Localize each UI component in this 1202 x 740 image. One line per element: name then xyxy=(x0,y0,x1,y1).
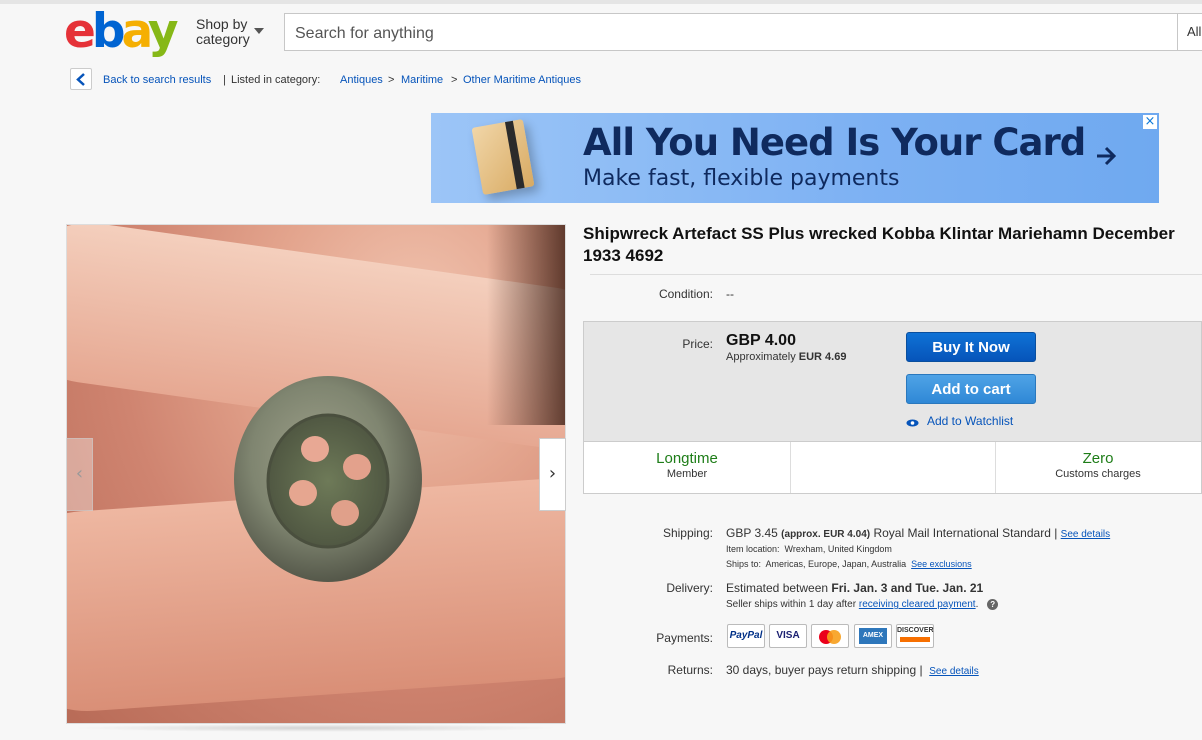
item-location: Item location: Wrexham, United Kingdom xyxy=(726,544,892,554)
visa-icon: VISA xyxy=(769,624,807,648)
delivery-label: Delivery: xyxy=(666,581,713,595)
back-to-search-link[interactable]: Back to search results xyxy=(103,68,211,92)
chevron-down-icon xyxy=(254,28,264,34)
breadcrumb-item-antiques[interactable]: Antiques xyxy=(340,68,383,92)
returns-value: 30 days, buyer pays return shipping | Se… xyxy=(726,663,979,677)
search-bar: All xyxy=(284,13,1202,51)
search-input[interactable] xyxy=(293,22,1157,46)
back-button[interactable] xyxy=(70,68,92,90)
help-icon[interactable]: ? xyxy=(987,599,999,610)
discover-icon: DISCOVER xyxy=(896,624,934,648)
divider xyxy=(590,274,1202,275)
ad-headline: All You Need Is Your Card xyxy=(583,121,1086,164)
shipping-see-details-link[interactable]: See details xyxy=(1061,529,1110,540)
button-artefact-image xyxy=(234,376,422,582)
breadcrumb-chevron: > xyxy=(451,74,458,86)
ad-close-icon[interactable]: × xyxy=(1143,115,1157,129)
logo-letter-a: a xyxy=(121,4,152,59)
badge-zero-customs: Zero Customs charges xyxy=(1055,450,1141,480)
see-exclusions-link[interactable]: See exclusions xyxy=(911,559,972,569)
price-approx: Approximately EUR 4.69 xyxy=(726,351,847,363)
badges-row: Longtime Member Zero Customs charges xyxy=(583,441,1202,494)
returns-see-details-link[interactable]: See details xyxy=(929,666,978,677)
price-label: Price: xyxy=(682,337,713,351)
delivery-note: Seller ships within 1 day after receivin… xyxy=(726,599,999,610)
delivery-value: Estimated between Fri. Jan. 3 and Tue. J… xyxy=(726,581,984,595)
shop-by-category-button[interactable]: Shop by category xyxy=(196,16,264,47)
category-label: category xyxy=(196,31,250,47)
top-border xyxy=(0,0,1202,4)
ad-banner[interactable]: All You Need Is Your Card Make fast, fle… xyxy=(431,113,1159,203)
badge-empty xyxy=(790,442,996,493)
gallery-next-button[interactable]: › xyxy=(539,438,566,511)
listing-title: Shipwreck Artefact SS Plus wrecked Kobba… xyxy=(583,224,1175,265)
badge-longtime-member: Longtime Member xyxy=(584,442,791,493)
price-value: GBP 4.00 xyxy=(726,332,796,349)
logo-letter-e: e xyxy=(64,4,96,59)
item-photo[interactable] xyxy=(66,224,566,724)
add-to-watchlist-link[interactable]: Add to Watchlist xyxy=(906,414,1013,428)
shipping-value: GBP 3.45 (approx. EUR 4.04) Royal Mail I… xyxy=(726,526,1111,540)
logo-letter-b: b xyxy=(91,4,126,59)
arrow-right-icon xyxy=(1097,146,1117,166)
breadcrumb-chevron: > xyxy=(388,74,395,86)
ebay-logo[interactable]: ebay xyxy=(64,8,184,56)
logo-letter-y: y xyxy=(147,4,179,59)
returns-label: Returns: xyxy=(667,663,713,677)
condition-label: Condition: xyxy=(658,287,713,301)
breadcrumb-item-other-maritime-antiques[interactable]: Other Maritime Antiques xyxy=(463,68,581,92)
ad-subline: Make fast, flexible payments xyxy=(583,166,900,191)
shipping-label: Shipping: xyxy=(662,526,713,540)
listed-in-label: Listed in category: xyxy=(231,74,321,86)
chevron-left-icon xyxy=(76,73,85,86)
add-to-cart-button[interactable]: Add to cart xyxy=(906,374,1036,404)
gallery-prev-button[interactable]: ‹ xyxy=(66,438,93,511)
payments-label: Payments: xyxy=(656,631,713,645)
receiving-cleared-payment-link[interactable]: receiving cleared payment xyxy=(859,599,976,610)
buy-it-now-button[interactable]: Buy It Now xyxy=(906,332,1036,362)
ships-to: Ships to: Americas, Europe, Japan, Austr… xyxy=(726,559,972,569)
paypal-icon: PayPal xyxy=(727,624,765,648)
breadcrumb-item-maritime[interactable]: Maritime xyxy=(401,68,443,92)
search-category-select[interactable]: All xyxy=(1177,14,1201,50)
breadcrumb-separator: | xyxy=(223,74,226,86)
eye-icon xyxy=(906,419,919,427)
amex-icon: AMEX xyxy=(854,624,892,648)
mastercard-icon xyxy=(811,624,849,648)
shop-by-label: Shop by xyxy=(196,16,248,32)
condition-value: -- xyxy=(726,287,734,301)
